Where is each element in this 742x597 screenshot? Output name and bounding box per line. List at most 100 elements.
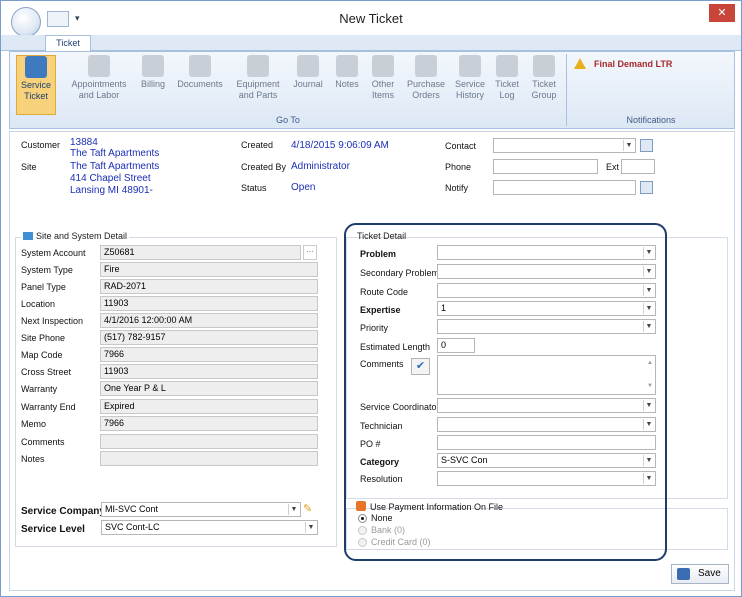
warranty-end-label: Warranty End [21, 402, 76, 412]
ribbon-button-notes[interactable]: Notes [332, 55, 362, 115]
system-type-value: Fire [100, 262, 318, 277]
edit-pencil-icon[interactable]: ✎ [303, 502, 317, 517]
category-dropdown[interactable]: S-SVC Con ▼ [437, 453, 656, 468]
location-value: 11903 [100, 296, 318, 311]
chevron-down-icon[interactable]: ▼ [643, 266, 654, 277]
contact-lookup-icon[interactable] [640, 139, 653, 152]
notification-item[interactable]: Final Demand LTR [594, 59, 672, 69]
ribbon-button-label: Service [454, 79, 485, 89]
customer-name-link[interactable]: The Taft Apartments [70, 148, 159, 159]
chevron-down-icon[interactable]: ▼ [305, 522, 316, 533]
payment-credit-card-radio[interactable] [358, 538, 367, 547]
site-name-link[interactable]: The Taft Apartments [70, 161, 159, 172]
problem-dropdown[interactable]: ▼ [437, 245, 656, 260]
site-phone-label: Site Phone [21, 333, 66, 343]
ribbon-button-service-ticket[interactable]: Service Ticket [16, 55, 56, 115]
chevron-down-icon[interactable]: ▼ [623, 140, 634, 151]
chevron-down-icon[interactable]: ▼ [643, 419, 654, 430]
chevron-down-icon[interactable]: ▼ [288, 504, 299, 515]
scroll-down-icon[interactable]: ▼ [647, 380, 653, 393]
chevron-down-icon[interactable]: ▼ [643, 400, 654, 411]
notes-icon [336, 55, 358, 77]
save-button[interactable]: Save [671, 564, 729, 584]
service-coordinator-label: Service Coordinator [360, 402, 440, 412]
created-by-label: Created By [241, 162, 287, 172]
site-detail-title-text: Site and System Detail [36, 231, 128, 241]
ribbon-button-billing[interactable]: Billing [136, 55, 170, 115]
chevron-down-icon[interactable]: ▼ [643, 303, 654, 314]
ribbon-tab-strip: Ticket [1, 35, 741, 52]
ribbon-button-ticket-group[interactable]: Ticket Group [526, 55, 562, 115]
title-bar: ▾ New Ticket ✕ [1, 1, 741, 37]
ribbon-button-documents[interactable]: Documents [174, 55, 226, 115]
ribbon-button-label: Group [531, 90, 557, 100]
contact-dropdown[interactable]: ▼ [493, 138, 636, 153]
service-level-value: SVC Cont-LC [105, 522, 160, 532]
problem-label: Problem [360, 249, 397, 259]
next-inspection-value: 4/1/2016 12:00:00 AM [100, 313, 318, 328]
customer-number-link[interactable]: 13884 [70, 137, 98, 148]
scroll-up-icon[interactable]: ▲ [647, 357, 653, 370]
ribbon-button-label: Billing [140, 79, 165, 89]
system-account-lookup-icon[interactable]: ⋯ [303, 245, 317, 260]
expertise-label: Expertise [360, 305, 401, 315]
journal-icon [297, 55, 319, 77]
technician-dropdown[interactable]: ▼ [437, 417, 656, 432]
notifications-group-label: Notifications [626, 115, 676, 125]
priority-dropdown[interactable]: ▼ [437, 319, 656, 334]
service-coordinator-dropdown[interactable]: ▼ [437, 398, 656, 413]
site-address-line1: 414 Chapel Street [70, 173, 151, 184]
ticket-comments-label: Comments [360, 359, 404, 369]
warranty-end-value: Expired [100, 399, 318, 414]
status-value: Open [291, 182, 316, 193]
ribbon-button-label: Ticket [532, 79, 556, 89]
email-icon[interactable] [640, 181, 653, 194]
ext-input[interactable] [621, 159, 655, 174]
ribbon-button-label: Purchase [406, 79, 446, 89]
chevron-down-icon[interactable]: ▼ [643, 321, 654, 332]
chevron-down-icon[interactable]: ▼ [643, 285, 654, 296]
ribbon-button-service-history[interactable]: Service History [452, 55, 488, 115]
site-label: Site [21, 162, 37, 172]
site-address-line2: Lansing MI 48901- [70, 185, 153, 196]
goto-group-label: Go To [276, 115, 300, 125]
chevron-down-icon[interactable]: ▼ [643, 247, 654, 258]
history-icon [459, 55, 481, 77]
notes-value [100, 451, 318, 466]
payment-none-radio[interactable] [358, 514, 367, 523]
ticket-detail-title: Ticket Detail [357, 231, 407, 241]
floppy-disk-icon [677, 568, 690, 580]
route-code-dropdown[interactable]: ▼ [437, 283, 656, 298]
estimated-length-input[interactable]: 0 [437, 338, 475, 353]
service-company-dropdown[interactable]: MI-SVC Cont ▼ [101, 502, 301, 517]
ribbon-button-ticket-log[interactable]: Ticket Log [492, 55, 522, 115]
phone-input[interactable] [493, 159, 598, 174]
ribbon-button-label: Journal [293, 79, 323, 89]
ribbon-button-other-items[interactable]: Other Items [366, 55, 400, 115]
payment-bank-radio[interactable] [358, 526, 367, 535]
site-phone-value: (517) 782-9157 [100, 330, 318, 345]
ribbon-button-appointments[interactable]: Appointments and Labor [66, 55, 132, 115]
secondary-problem-dropdown[interactable]: ▼ [437, 264, 656, 279]
close-button[interactable]: ✕ [709, 4, 735, 22]
ribbon-group-separator [566, 54, 567, 126]
ribbon-button-journal[interactable]: Journal [288, 55, 328, 115]
chevron-down-icon[interactable]: ▼ [643, 473, 654, 484]
new-ticket-window: ▾ New Ticket ✕ Ticket Service Ticket App… [0, 0, 742, 597]
chevron-down-icon[interactable]: ▼ [643, 455, 654, 466]
window-title: New Ticket [339, 11, 403, 26]
ribbon-button-equipment[interactable]: Equipment and Parts [232, 55, 284, 115]
tab-ticket[interactable]: Ticket [45, 35, 91, 52]
resolution-dropdown[interactable]: ▼ [437, 471, 656, 486]
spell-check-icon[interactable]: ✔ [411, 358, 430, 375]
expertise-dropdown[interactable]: 1 ▼ [437, 301, 656, 316]
ticket-comments-textarea[interactable]: ▲ ▼ [437, 355, 656, 395]
cross-street-label: Cross Street [21, 367, 72, 377]
group-icon [533, 55, 555, 77]
ribbon-button-purchase-orders[interactable]: Purchase Orders [404, 55, 448, 115]
service-level-dropdown[interactable]: SVC Cont-LC ▼ [101, 520, 318, 535]
cross-street-value: 11903 [100, 364, 318, 379]
notify-input[interactable] [493, 180, 636, 195]
clock-icon [88, 55, 110, 77]
po-input[interactable] [437, 435, 656, 450]
